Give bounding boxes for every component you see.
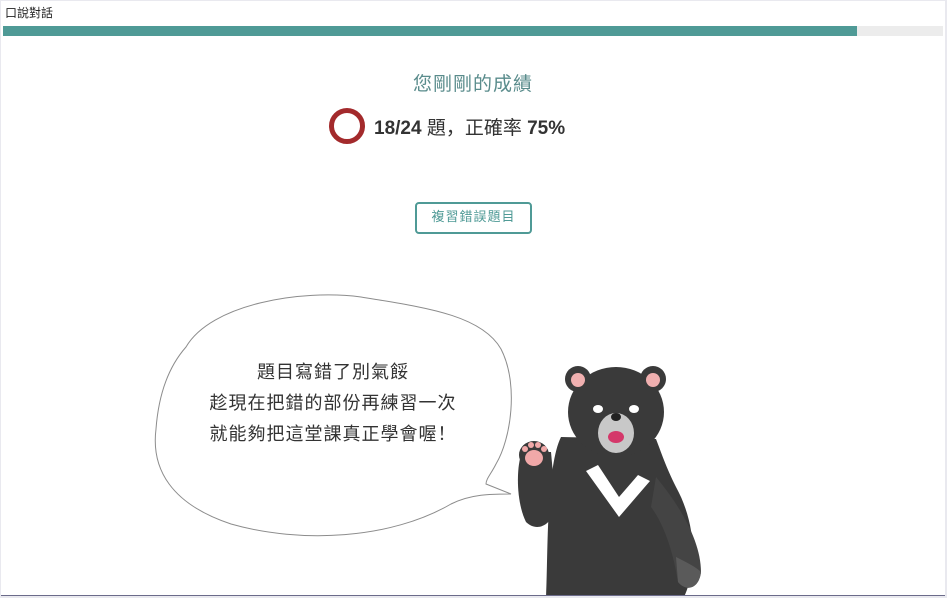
result-ring-icon [329, 108, 365, 144]
result-heading: 您剛剛的成績 [412, 73, 533, 95]
window-title: 口說對話 [5, 6, 54, 20]
score-value: 18/24 [374, 117, 422, 139]
score-text: 18/24 題，正確率 75% [374, 113, 565, 140]
speech-line: 題目寫錯了別氣餒 [257, 362, 409, 383]
progress-bar [3, 26, 943, 36]
speech-line: 趁現在把錯的部份再練習一次 [209, 393, 457, 414]
accuracy-value: 75% [527, 117, 566, 139]
speech-line: 就能夠把這堂課真正學會喔！ [209, 424, 457, 445]
score-summary: 18/24 題，正確率 75% [329, 108, 565, 144]
bear-mascot-icon [517, 366, 701, 595]
progress-fill [3, 26, 857, 36]
review-mistakes-button[interactable]: 複習錯誤題目 [415, 202, 532, 234]
app-window: 口說對話 您剛剛的成績 18/24 題，正確率 75% 複習錯誤題目 題目寫錯了… [1, 1, 945, 596]
score-suffix: 題，正確率 [421, 117, 528, 139]
speech-text: 題目寫錯了別氣餒 趁現在把錯的部份再練習一次 就能夠把這堂課真正學會喔！ [173, 357, 493, 450]
